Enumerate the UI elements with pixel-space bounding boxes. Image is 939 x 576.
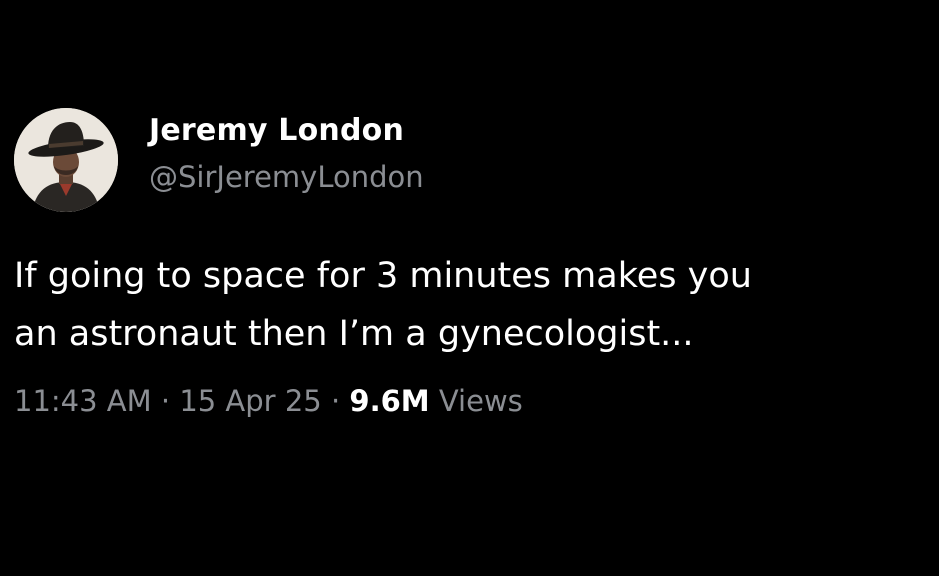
avatar[interactable] [14, 108, 118, 212]
avatar-portrait-icon [14, 108, 118, 212]
tweet-text: If going to space for 3 minutes makes yo… [14, 247, 929, 363]
tweet-card: Jeremy London @SirJeremyLondon If going … [0, 0, 939, 576]
author-name[interactable]: Jeremy London [149, 113, 404, 148]
tweet-text-line: If going to space for 3 minutes makes yo… [14, 256, 752, 296]
tweet-date[interactable]: 15 Apr 25 [179, 384, 321, 418]
views-count[interactable]: 9.6M [349, 384, 429, 418]
tweet-meta: 11:43 AM · 15 Apr 25 · 9.6M Views [14, 384, 523, 418]
views-label: Views [438, 384, 523, 418]
meta-separator: · [330, 384, 341, 418]
author-handle[interactable]: @SirJeremyLondon [149, 160, 424, 194]
tweet-text-line: an astronaut then I’m a gynecologist... [14, 314, 694, 354]
tweet-time[interactable]: 11:43 AM [14, 384, 152, 418]
meta-separator: · [160, 384, 171, 418]
